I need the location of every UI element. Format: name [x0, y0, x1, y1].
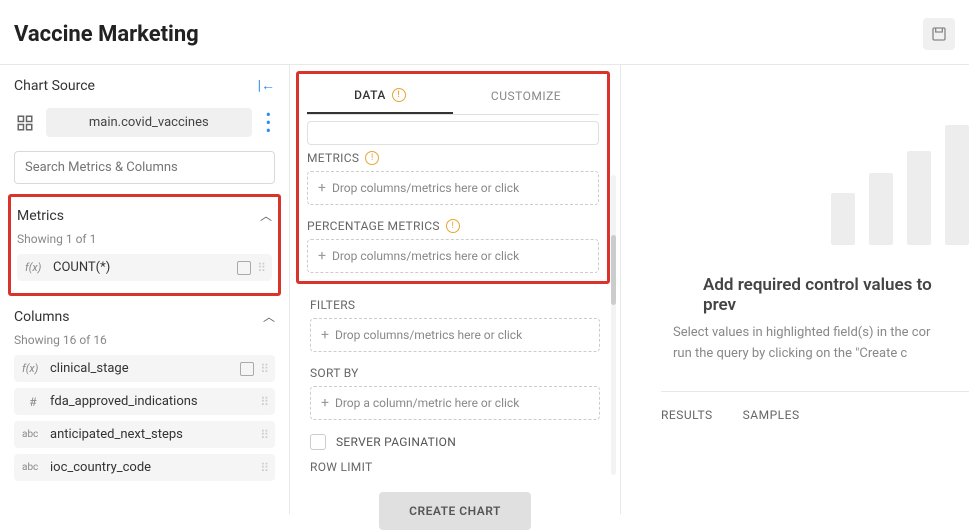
type-fx-icon: f(x)	[25, 261, 47, 274]
pct-metrics-dropzone[interactable]: + Drop columns/metrics here or click	[307, 239, 599, 273]
create-chart-button[interactable]: CREATE CHART	[379, 492, 531, 530]
dropzone-text: Drop a column/metric here or click	[335, 396, 519, 410]
preview-sub-line1: Select values in highlighted field(s) in…	[673, 325, 930, 340]
tab-data-label: DATA	[354, 88, 386, 102]
column-name: fda_approved_indications	[50, 394, 254, 409]
samples-tab[interactable]: SAMPLES	[743, 408, 800, 422]
config-panel: DATA ! CUSTOMIZE METRICS ! + Drop column…	[290, 65, 620, 514]
metric-detail-icon[interactable]	[237, 261, 251, 275]
save-icon	[931, 26, 947, 42]
dataset-grid-icon	[14, 112, 36, 134]
server-pagination-checkbox[interactable]	[310, 434, 326, 450]
chart-source-label: Chart Source	[14, 78, 95, 94]
save-icon-button[interactable]	[923, 18, 955, 50]
drag-handle-icon[interactable]: ⠿	[260, 428, 267, 442]
scrollbar-thumb[interactable]	[611, 235, 616, 305]
info-icon[interactable]: !	[365, 151, 379, 165]
dataset-menu-icon[interactable]: •••	[262, 112, 275, 134]
row-limit-label: ROW LIMIT	[310, 460, 600, 474]
sortby-label: SORT BY	[310, 366, 600, 380]
preview-panel: Add required control values to prev Sele…	[620, 65, 969, 514]
column-name: anticipated_next_steps	[50, 427, 254, 442]
data-tab-highlight: DATA ! CUSTOMIZE METRICS ! + Drop column…	[296, 71, 610, 284]
page-title: Vaccine Marketing	[14, 22, 199, 47]
info-icon[interactable]: !	[446, 219, 460, 233]
collapse-sidebar-icon[interactable]: |←	[258, 77, 275, 94]
metrics-config-text: METRICS	[307, 151, 359, 165]
placeholder-bar	[831, 193, 855, 245]
metric-item[interactable]: f(x) COUNT(*) ⠿	[17, 254, 272, 281]
placeholder-bar	[945, 125, 969, 245]
metrics-config-label: METRICS !	[307, 151, 599, 165]
metrics-count: Showing 1 of 1	[17, 232, 272, 246]
column-name: ioc_country_code	[50, 460, 254, 475]
spacer-drop	[307, 121, 599, 145]
column-item[interactable]: # fda_approved_indications ⠿	[14, 388, 275, 415]
columns-count: Showing 16 of 16	[14, 333, 275, 347]
type-string-icon: abc	[22, 462, 44, 473]
preview-title: Add required control values to prev	[703, 275, 969, 315]
column-item[interactable]: abc ioc_country_code ⠿	[14, 454, 275, 481]
type-string-icon: abc	[22, 429, 44, 440]
placeholder-bar	[869, 173, 893, 245]
plus-icon: +	[321, 327, 329, 343]
metrics-heading: Metrics	[17, 208, 64, 224]
column-detail-icon[interactable]	[240, 362, 254, 376]
dropzone-text: Drop columns/metrics here or click	[335, 328, 522, 342]
type-fx-icon: f(x)	[22, 362, 44, 375]
chevron-up-icon[interactable]: ︿	[263, 308, 275, 325]
drag-handle-icon[interactable]: ⠿	[257, 261, 264, 275]
dropzone-text: Drop columns/metrics here or click	[332, 249, 519, 263]
server-pagination-label: SERVER PAGINATION	[336, 435, 456, 449]
dataset-selector[interactable]: main.covid_vaccines	[46, 108, 252, 137]
filters-label: FILTERS	[310, 298, 600, 312]
tab-data[interactable]: DATA !	[307, 78, 453, 114]
drag-handle-icon[interactable]: ⠿	[260, 362, 267, 376]
results-tab[interactable]: RESULTS	[661, 408, 713, 422]
column-item[interactable]: abc anticipated_next_steps ⠿	[14, 421, 275, 448]
dropzone-text: Drop columns/metrics here or click	[332, 181, 519, 195]
filters-dropzone[interactable]: + Drop columns/metrics here or click	[310, 318, 600, 352]
drag-handle-icon[interactable]: ⠿	[260, 395, 267, 409]
chevron-up-icon[interactable]: ︿	[260, 207, 272, 224]
info-icon[interactable]: !	[392, 88, 406, 102]
search-input[interactable]	[14, 151, 275, 184]
drag-handle-icon[interactable]: ⠿	[260, 461, 267, 475]
preview-subtitle: Select values in highlighted field(s) in…	[673, 323, 969, 365]
preview-sub-line2: run the query by clicking on the "Create…	[673, 346, 907, 361]
columns-heading: Columns	[14, 309, 69, 325]
metrics-section-highlight: Metrics ︿ Showing 1 of 1 f(x) COUNT(*) ⠿	[8, 194, 281, 296]
sidebar: Chart Source |← main.covid_vaccines ••• …	[0, 65, 290, 514]
column-name: clinical_stage	[50, 361, 234, 376]
placeholder-bar	[907, 151, 931, 245]
placeholder-chart	[831, 125, 969, 245]
tab-customize[interactable]: CUSTOMIZE	[453, 78, 599, 114]
column-item[interactable]: f(x) clinical_stage ⠿	[14, 355, 275, 382]
plus-icon: +	[321, 395, 329, 411]
config-scrollbar[interactable]	[611, 175, 616, 475]
pct-metrics-label: PERCENTAGE METRICS !	[307, 219, 599, 233]
pct-metrics-text: PERCENTAGE METRICS	[307, 219, 440, 233]
sortby-dropzone[interactable]: + Drop a column/metric here or click	[310, 386, 600, 420]
plus-icon: +	[318, 248, 326, 264]
type-number-icon: #	[22, 395, 44, 409]
plus-icon: +	[318, 180, 326, 196]
metric-name: COUNT(*)	[53, 260, 231, 275]
metrics-dropzone[interactable]: + Drop columns/metrics here or click	[307, 171, 599, 205]
